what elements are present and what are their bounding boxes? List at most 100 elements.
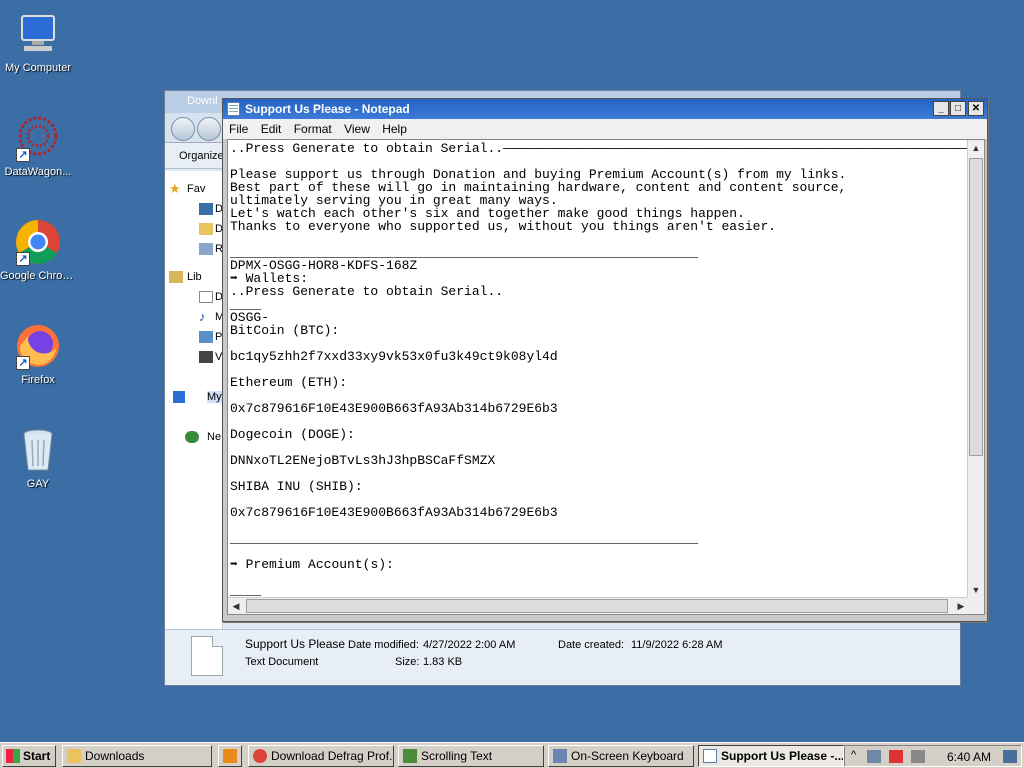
scroll-down-arrow[interactable]: ▼ [968, 582, 984, 598]
menu-edit[interactable]: Edit [261, 122, 282, 136]
desktop-icon-label: DataWagon... [4, 166, 72, 178]
computer-icon [14, 10, 62, 58]
quick-launch-media[interactable] [218, 745, 242, 767]
horizontal-scroll-thumb[interactable] [246, 599, 948, 613]
text-document-icon [191, 636, 223, 676]
task-label: Support Us Please -... [721, 749, 844, 763]
music-icon: ♪ [199, 309, 206, 324]
text-line: Ethereum (ETH): [230, 375, 348, 390]
resize-grip[interactable] [967, 597, 984, 614]
notepad-icon [227, 102, 240, 116]
task-label: Downloads [85, 749, 145, 763]
desktop-icon-chrome[interactable]: ↗ Google Chrome [0, 218, 76, 282]
folder-icon [199, 223, 213, 235]
text-line: OSGG- [230, 310, 270, 325]
text-line: Thanks to everyone who supported us, wit… [230, 219, 777, 234]
library-icon [169, 271, 183, 283]
text-line: ..Press Generate to obtain Serial.. [230, 284, 504, 299]
datawagon-icon: ↗ [14, 114, 62, 162]
menu-format[interactable]: Format [294, 122, 332, 136]
scrolling-text-icon [403, 749, 417, 763]
task-label: Scrolling Text [421, 749, 493, 763]
system-tray: ^ 6:40 AM [844, 745, 1022, 767]
network-icon[interactable] [867, 750, 881, 763]
notepad-window[interactable]: Support Us Please - Notepad _ □ ✕ File E… [222, 98, 988, 622]
created-label: Date created: [558, 639, 625, 651]
tray-expand-icon[interactable]: ^ [851, 749, 856, 761]
security-alert-icon[interactable] [889, 750, 903, 763]
notepad-edit-area[interactable]: ..Press Generate to obtain Serial..—————… [227, 139, 985, 615]
menu-file[interactable]: File [229, 122, 248, 136]
text-line: DNNxoTL2ENejoBTvLs3hJ3hpBSCaFfSMZX [230, 453, 496, 468]
task-label: Download Defrag Prof... [271, 749, 394, 763]
vertical-scrollbar[interactable]: ▲ ▼ [967, 140, 984, 598]
firefox-icon: ↗ [14, 322, 62, 370]
desktop-icon-my-computer[interactable]: My Computer [0, 10, 76, 74]
task-on-screen-keyboard[interactable]: On-Screen Keyboard [548, 745, 694, 767]
document-icon [199, 291, 213, 303]
desktop-icon-recycle-bin[interactable]: GAY [0, 426, 76, 490]
details-pane: Support Us Please Text Document Date mod… [165, 629, 960, 685]
text-line [230, 571, 968, 584]
network-icon [185, 431, 199, 443]
folder-icon [199, 243, 213, 255]
task-scrolling-text[interactable]: Scrolling Text [398, 745, 544, 767]
video-icon [199, 351, 213, 363]
scroll-up-arrow[interactable]: ▲ [968, 140, 984, 156]
folder-icon [67, 749, 81, 763]
notepad-title-bar[interactable]: Support Us Please - Notepad _ □ ✕ [223, 99, 987, 119]
text-line: Dogecoin (DOGE): [230, 427, 355, 442]
text-line: bc1qy5zhh2f7xxd33xy9vk53x0fu3k49ct9k08yl… [230, 349, 558, 364]
shortcut-arrow-icon: ↗ [16, 356, 30, 370]
desktop-icon-label: My Computer [4, 62, 72, 74]
menu-view[interactable]: View [344, 122, 370, 136]
nav-item[interactable]: Fav [187, 183, 223, 195]
back-button[interactable] [171, 117, 195, 141]
text-line: ➡ Premium Account(s): [230, 557, 394, 572]
menu-help[interactable]: Help [382, 122, 407, 136]
menu-bar: File Edit Format View Help [223, 119, 987, 139]
notepad-icon [703, 749, 717, 763]
star-icon: ★ [169, 181, 181, 196]
text-line: 0x7c879616F10E43E900B663fA93Ab314b6729E6… [230, 505, 558, 520]
size-label: Size: [395, 656, 420, 668]
desktop-icon-label: Firefox [21, 374, 55, 386]
horizontal-scrollbar[interactable]: ◀ ▶ [228, 597, 969, 614]
vertical-scroll-thumb[interactable] [969, 158, 983, 456]
text-line: 0x7c879616F10E43E900B663fA93Ab314b6729E6… [230, 401, 558, 416]
text-line: ____ [230, 583, 262, 597]
start-label: Start [23, 749, 51, 763]
show-desktop-icon[interactable] [1003, 750, 1017, 763]
desktop-icon-label: Google Chrome [0, 270, 76, 282]
scroll-left-arrow[interactable]: ◀ [228, 598, 244, 614]
file-name: Support Us Please [245, 637, 346, 651]
desktop-icon [199, 203, 213, 215]
text-line: ________________________________________… [230, 531, 699, 546]
recycle-bin-icon [14, 426, 62, 474]
explorer-nav-pane: ★ Fav D D R Lib D ♪ M P V My Ne [165, 171, 243, 631]
desktop-icon-firefox[interactable]: ↗ Firefox [0, 322, 76, 386]
task-notepad[interactable]: Support Us Please -... [698, 745, 844, 767]
task-downloads[interactable]: Downloads [62, 745, 212, 767]
text-line: DPMX-OSGG-HOR8-KDFS-168Z [230, 258, 418, 273]
notepad-title: Support Us Please - Notepad [245, 102, 410, 116]
close-button[interactable]: ✕ [968, 101, 984, 116]
minimize-button[interactable]: _ [933, 101, 949, 116]
clock[interactable]: 6:40 AM [947, 750, 991, 764]
pictures-icon [199, 331, 213, 343]
task-label: On-Screen Keyboard [571, 749, 684, 763]
desktop-icon-label: GAY [26, 478, 50, 490]
organize-button[interactable]: Organize [179, 150, 224, 162]
volume-icon[interactable] [911, 750, 925, 763]
desktop-icon-datawagon[interactable]: ↗ DataWagon... [0, 114, 76, 178]
notepad-text[interactable]: ..Press Generate to obtain Serial..—————… [230, 142, 968, 597]
text-line: BitCoin (BTC): [230, 323, 340, 338]
text-line: SHIBA INU (SHIB): [230, 479, 363, 494]
maximize-button[interactable]: □ [950, 101, 966, 116]
task-chrome[interactable]: Download Defrag Prof... [248, 745, 394, 767]
forward-button[interactable] [197, 117, 221, 141]
shortcut-arrow-icon: ↗ [16, 252, 30, 266]
nav-item[interactable]: Lib [187, 271, 223, 283]
chrome-icon: ↗ [14, 218, 62, 266]
start-button[interactable]: Start [2, 745, 56, 767]
